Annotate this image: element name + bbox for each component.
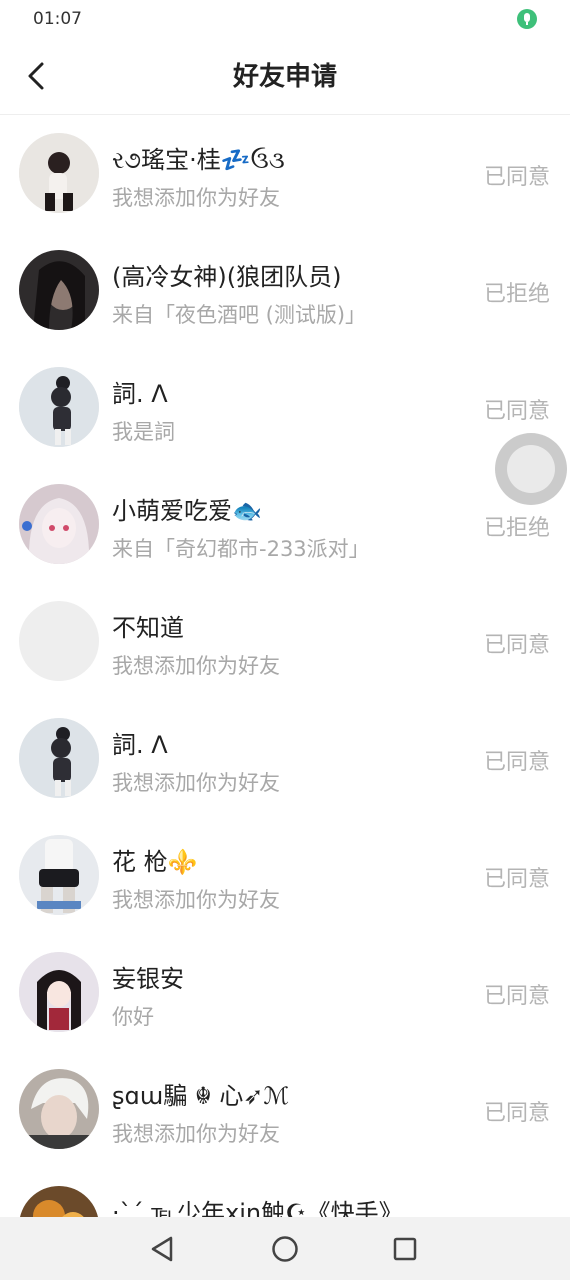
request-name: 花 枪⚜️ (112, 848, 198, 876)
avatar (19, 367, 99, 447)
request-message: 我想添加你为好友 (112, 654, 280, 678)
request-name: 詞. Λ (112, 731, 168, 759)
request-message: 我是詞 (112, 420, 175, 444)
friend-request-row[interactable]: 小萌爱吃爱🐟 来自「奇幻都市-233派对」 已拒绝 (0, 466, 570, 583)
friend-request-row[interactable]: 詞. Λ 我想添加你为好友 已同意 (0, 700, 570, 817)
request-message: 我想添加你为好友 (112, 1122, 280, 1146)
recents-key[interactable] (388, 1232, 422, 1266)
floating-assist-button[interactable] (495, 433, 567, 505)
request-status: 已同意 (483, 633, 550, 658)
system-nav-bar (0, 1217, 570, 1280)
avatar (19, 952, 99, 1032)
request-message: 我想添加你为好友 (112, 186, 280, 210)
microphone-icon (517, 9, 537, 29)
request-message: 你好 (112, 1005, 154, 1029)
request-message: 来自「夜色酒吧 (测试版)」 (112, 303, 367, 327)
request-name: ·ˋˊ ℡少年xin触☪《快手》 (112, 1199, 403, 1217)
avatar (19, 1186, 99, 1217)
request-name: ર૭瑤宝·桂💤ઉ૩ (112, 146, 285, 174)
avatar (19, 835, 99, 915)
avatar (19, 250, 99, 330)
circle-home-icon (272, 1236, 298, 1262)
avatar (19, 718, 99, 798)
friend-request-row[interactable]: ʂɑɯ騙 ☬ 心➶ℳ 我想添加你为好友 已同意 (0, 1051, 570, 1168)
request-name: ʂɑɯ騙 ☬ 心➶ℳ (112, 1082, 290, 1110)
home-key[interactable] (268, 1232, 302, 1266)
request-status: 已同意 (483, 1101, 550, 1126)
request-message: 来自「奇幻都市-233派对」 (112, 537, 370, 561)
request-status: 已同意 (483, 867, 550, 892)
request-name: 小萌爱吃爱🐟 (112, 497, 262, 525)
request-status: 已同意 (483, 399, 550, 424)
friend-request-row[interactable]: ર૭瑤宝·桂💤ઉ૩ 我想添加你为好友 已同意 (0, 115, 570, 232)
request-name: (高冷女神)(狼团队员) (112, 263, 342, 291)
avatar (19, 1069, 99, 1149)
request-name: 妄银安 (112, 965, 184, 993)
request-status: 已拒绝 (483, 516, 550, 541)
avatar (19, 601, 99, 681)
friend-request-row[interactable]: ·ˋˊ ℡少年xin触☪《快手》 (0, 1168, 570, 1217)
square-recents-icon (393, 1237, 417, 1261)
request-message: 我想添加你为好友 (112, 771, 280, 795)
request-name: 詞. Λ (112, 380, 168, 408)
friend-request-row[interactable]: 不知道 我想添加你为好友 已同意 (0, 583, 570, 700)
request-status: 已拒绝 (483, 282, 550, 307)
friend-request-list[interactable]: ર૭瑤宝·桂💤ઉ૩ 我想添加你为好友 已同意 (高冷女神)(狼团队员) 来自「夜… (0, 115, 570, 1217)
page-title: 好友申请 (232, 62, 337, 92)
avatar (19, 484, 99, 564)
request-status: 已同意 (483, 984, 550, 1009)
triangle-back-icon (151, 1236, 173, 1262)
request-status: 已同意 (483, 165, 550, 190)
request-message: 我想添加你为好友 (112, 888, 280, 912)
back-key[interactable] (146, 1232, 180, 1266)
nav-bar: 好友申请 (0, 38, 570, 115)
status-time: 01:07 (33, 9, 82, 29)
friend-request-row[interactable]: 花 枪⚜️ 我想添加你为好友 已同意 (0, 817, 570, 934)
request-status: 已同意 (483, 750, 550, 775)
friend-request-row[interactable]: 詞. Λ 我是詞 已同意 (0, 349, 570, 466)
status-bar: 01:07 (0, 0, 570, 38)
friend-request-row[interactable]: (高冷女神)(狼团队员) 来自「夜色酒吧 (测试版)」 已拒绝 (0, 232, 570, 349)
request-name: 不知道 (112, 614, 184, 642)
avatar (19, 133, 99, 213)
friend-request-row[interactable]: 妄银安 你好 已同意 (0, 934, 570, 1051)
